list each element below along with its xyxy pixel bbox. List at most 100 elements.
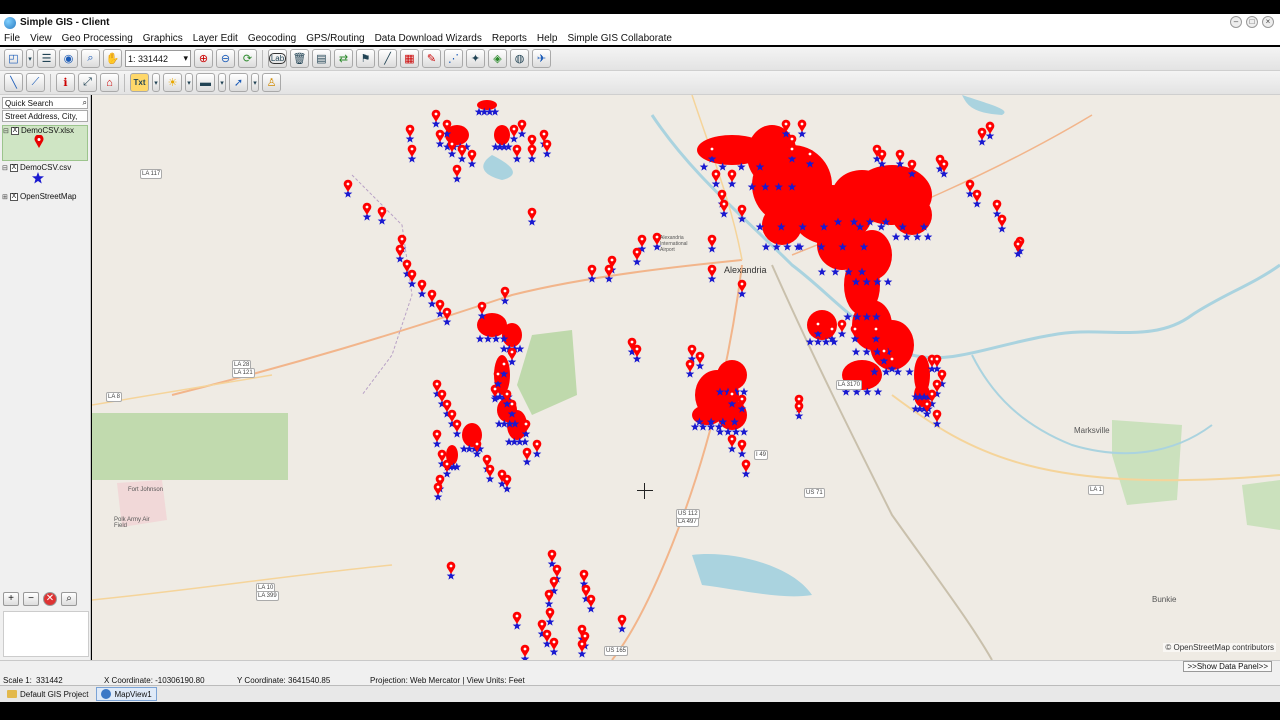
draw-line-icon[interactable]: ╲ [4, 73, 23, 92]
location-marker [431, 109, 441, 128]
map-attribution[interactable]: © OpenStreetMap contributors [1163, 643, 1276, 652]
sun-icon[interactable]: ☀ [163, 73, 182, 92]
menu-view[interactable]: View [30, 33, 52, 44]
select-tool-dropdown[interactable]: ▾ [26, 49, 34, 68]
pin-center-dot [975, 192, 979, 196]
add-layer-button[interactable]: + [3, 592, 19, 606]
location-marker [517, 119, 527, 138]
world-map-icon[interactable]: ◈ [488, 49, 507, 68]
sun-dropdown[interactable]: ▾ [185, 73, 193, 92]
collapse-icon[interactable]: ⊟ [2, 164, 8, 172]
red-pin-icon [447, 409, 457, 422]
search-icon[interactable]: ⌕ [83, 98, 87, 108]
menu-reports[interactable]: Reports [492, 33, 527, 44]
red-pin-icon [477, 301, 487, 314]
pin-center-dot [980, 130, 984, 134]
zoom-select-icon[interactable]: ⌕ [81, 49, 100, 68]
pin-center-dot [938, 157, 942, 161]
layer-visibility-checkbox[interactable]: X [10, 192, 18, 201]
location-marker [542, 629, 552, 648]
draw-polyline-icon[interactable]: ⟋ [26, 73, 45, 92]
zoom-full-icon[interactable]: ◉ [59, 49, 78, 68]
menu-graphics[interactable]: Graphics [143, 33, 183, 44]
pointer-dropdown[interactable]: ▾ [251, 73, 259, 92]
layer-item-openstreetmap[interactable]: ⊞ X OpenStreetMap [2, 192, 88, 201]
expand-icon[interactable]: ⊞ [2, 193, 8, 201]
select-tool-icon[interactable]: ◰ [4, 49, 23, 68]
layer-item-democsv-xlsx[interactable]: ⊟ X DemoCSV.xlsx [2, 125, 88, 161]
ruler-dropdown[interactable]: ▾ [218, 73, 226, 92]
location-marker [522, 447, 532, 466]
pointer-icon[interactable]: ➚ [229, 73, 248, 92]
refresh-map-icon[interactable]: ⟳ [238, 49, 257, 68]
maximize-button[interactable]: □ [1246, 16, 1258, 28]
line-tool-icon[interactable]: ╱ [378, 49, 397, 68]
menu-simple-gis-collaborate[interactable]: Simple GIS Collaborate [567, 33, 672, 44]
tab-mapview1[interactable]: MapView1 [96, 687, 157, 701]
route-icon[interactable]: ⌂ [100, 73, 119, 92]
tab-default-gis-project[interactable]: Default GIS Project [3, 687, 92, 701]
layer-name: OpenStreetMap [20, 192, 77, 201]
zoom-out-icon[interactable]: ⊖ [216, 49, 235, 68]
network-icon[interactable]: ⋰ [444, 49, 463, 68]
map-view[interactable]: Alexandria Marksville Bunkie Fort Johnso… [92, 95, 1280, 660]
layer-item-democsv-csv[interactable]: ⊟ X DemoCSV.csv [2, 163, 88, 185]
zoom-to-layer-button[interactable]: ⌕ [61, 592, 77, 606]
menu-geo-processing[interactable]: Geo Processing [62, 33, 133, 44]
sync-icon[interactable]: ⇄ [334, 49, 353, 68]
edit-delete-icon[interactable]: ✎ [422, 49, 441, 68]
collapse-icon[interactable]: ⊟ [3, 127, 9, 135]
minimize-button[interactable]: – [1230, 16, 1242, 28]
pin-center-dot [890, 357, 894, 361]
location-marker [435, 299, 445, 318]
red-pin-icon [509, 124, 519, 137]
text-tool-button[interactable]: Txt [130, 73, 149, 92]
text-tool-dropdown[interactable]: ▾ [152, 73, 160, 92]
globe-icon[interactable]: ◍ [510, 49, 529, 68]
location-marker [737, 439, 747, 458]
info-icon[interactable]: ℹ [56, 73, 75, 92]
close-button[interactable]: × [1262, 16, 1274, 28]
chart-icon[interactable]: ▦ [400, 49, 419, 68]
label-tool-button[interactable]: Lab [268, 49, 287, 68]
pin-center-dot [640, 237, 644, 241]
location-marker [794, 401, 804, 420]
zoom-in-icon[interactable]: ⊕ [194, 49, 213, 68]
map-canvas[interactable] [92, 95, 1280, 660]
layer-visibility-checkbox[interactable]: X [10, 163, 18, 172]
menu-help[interactable]: Help [537, 33, 558, 44]
layer-visibility-checkbox[interactable]: X [11, 126, 19, 135]
pin-center-dot [655, 235, 659, 239]
quick-search[interactable]: Quick Search ⌕ [2, 97, 88, 109]
menu-file[interactable]: File [4, 33, 20, 44]
menu-layer-edit[interactable]: Layer Edit [193, 33, 238, 44]
red-pin-icon [687, 344, 697, 357]
ruler-icon[interactable]: ▬ [196, 73, 215, 92]
menu-geocoding[interactable]: Geocoding [248, 33, 296, 44]
layers-icon[interactable]: ▤ [312, 49, 331, 68]
trash-icon[interactable]: 🗑 [290, 49, 309, 68]
pin-center-dot [410, 147, 414, 151]
collaborate-icon[interactable]: ✈ [532, 49, 551, 68]
address-search-input[interactable]: Street Address, City, [2, 110, 88, 122]
red-pin-icon [446, 561, 456, 574]
person-icon[interactable]: ♙ [262, 73, 281, 92]
pin-center-dot [840, 322, 844, 326]
pin-center-dot [816, 322, 820, 326]
properties-icon[interactable]: ☰ [37, 49, 56, 68]
pan-icon[interactable]: ✋ [103, 49, 122, 68]
menu-data-download-wizards[interactable]: Data Download Wizards [375, 33, 482, 44]
measure-icon[interactable]: ⤢ [78, 73, 97, 92]
cursor-crosshair [637, 483, 653, 499]
gps-icon[interactable]: ✦ [466, 49, 485, 68]
tower-icon[interactable]: ⚑ [356, 49, 375, 68]
location-marker [992, 199, 1002, 218]
layer-name: DemoCSV.csv [20, 163, 72, 172]
clear-layers-button[interactable]: ✕ [43, 592, 57, 606]
menu-gps-routing[interactable]: GPS/Routing [306, 33, 364, 44]
remove-layer-button[interactable]: − [23, 592, 39, 606]
scale-select[interactable]: 1: 331442 ▾ [125, 50, 191, 67]
road-shield: US 112 [676, 509, 700, 519]
red-pin-icon [549, 576, 559, 589]
show-data-panel-button[interactable]: >>Show Data Panel>> [1183, 661, 1272, 672]
